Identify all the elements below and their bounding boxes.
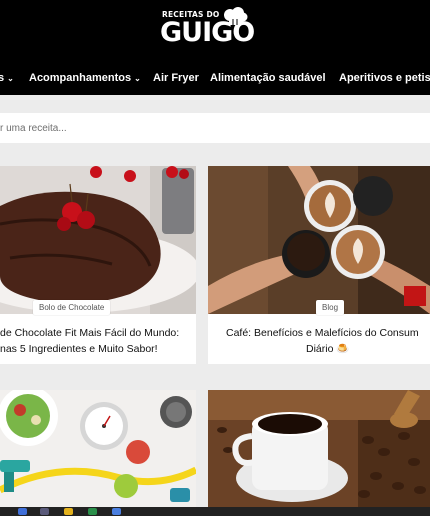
chef-hat-icon bbox=[224, 7, 248, 25]
recipe-image-healthy-food[interactable] bbox=[0, 390, 196, 507]
nav-item-label: Aperitivos e petisc bbox=[339, 72, 430, 84]
chevron-down-icon: ⌄ bbox=[134, 74, 141, 83]
nav-item-air-fryer[interactable]: Air Fryer bbox=[153, 68, 199, 88]
nav-item-label: Air Fryer bbox=[153, 72, 199, 84]
recipe-image-coffee-beans[interactable] bbox=[208, 390, 430, 507]
card-title-line2[interactable]: nas 5 Ingredientes e Muito Sabor! bbox=[0, 341, 158, 357]
app-icon[interactable] bbox=[40, 508, 49, 515]
category-badge[interactable]: Blog bbox=[316, 300, 345, 315]
recipe-card-healthy[interactable] bbox=[0, 390, 196, 507]
nav-item-label: Acompanhamentos bbox=[29, 72, 132, 84]
search-input[interactable] bbox=[0, 113, 430, 143]
site-logo[interactable]: RECEITAS DO GUIGO bbox=[158, 6, 255, 56]
chrome-icon[interactable] bbox=[64, 508, 73, 515]
recipe-card-coffee-beans[interactable] bbox=[208, 390, 430, 507]
nav-item-label: Alimentação saudável bbox=[210, 72, 326, 84]
recipe-card-cafe[interactable]: Blog Café: Benefícios e Malefícios do Co… bbox=[208, 166, 430, 364]
card-title-line1[interactable]: de Chocolate Fit Mais Fácil do Mundo: bbox=[0, 325, 179, 341]
taskbar bbox=[0, 507, 430, 516]
site-header: RECEITAS DO GUIGO s ⌄ Acompanhamentos ⌄ Ai… bbox=[0, 0, 430, 95]
main-nav: s ⌄ Acompanhamentos ⌄ Air Fryer Alimentaçã… bbox=[0, 68, 430, 88]
nav-item-alimentacao-saudavel[interactable]: Alimentação saudável bbox=[210, 68, 326, 88]
recipe-card-bolo[interactable]: Bolo de Chocolate de Chocolate Fit Mais … bbox=[0, 166, 196, 364]
recipe-image-chocolate-cake[interactable] bbox=[0, 166, 196, 314]
app-icon[interactable] bbox=[18, 508, 27, 515]
nav-item-aperitivos[interactable]: Aperitivos e petisc bbox=[339, 68, 430, 88]
nav-item-partial[interactable]: s ⌄ bbox=[0, 68, 14, 89]
chevron-down-icon: ⌄ bbox=[7, 74, 14, 83]
category-badge[interactable]: Bolo de Chocolate bbox=[33, 300, 111, 315]
card-title-line1[interactable]: Café: Benefícios e Malefícios do Consum bbox=[226, 325, 419, 341]
recipe-image-coffee-cups[interactable] bbox=[208, 166, 430, 314]
app-icon[interactable] bbox=[88, 508, 97, 515]
card-title-line2[interactable]: Diário 🍮 bbox=[306, 341, 349, 357]
app-icon[interactable] bbox=[112, 508, 121, 515]
search-bar bbox=[0, 113, 430, 143]
nav-item-label: s bbox=[0, 72, 5, 84]
nav-item-acompanhamentos[interactable]: Acompanhamentos ⌄ bbox=[29, 68, 141, 89]
